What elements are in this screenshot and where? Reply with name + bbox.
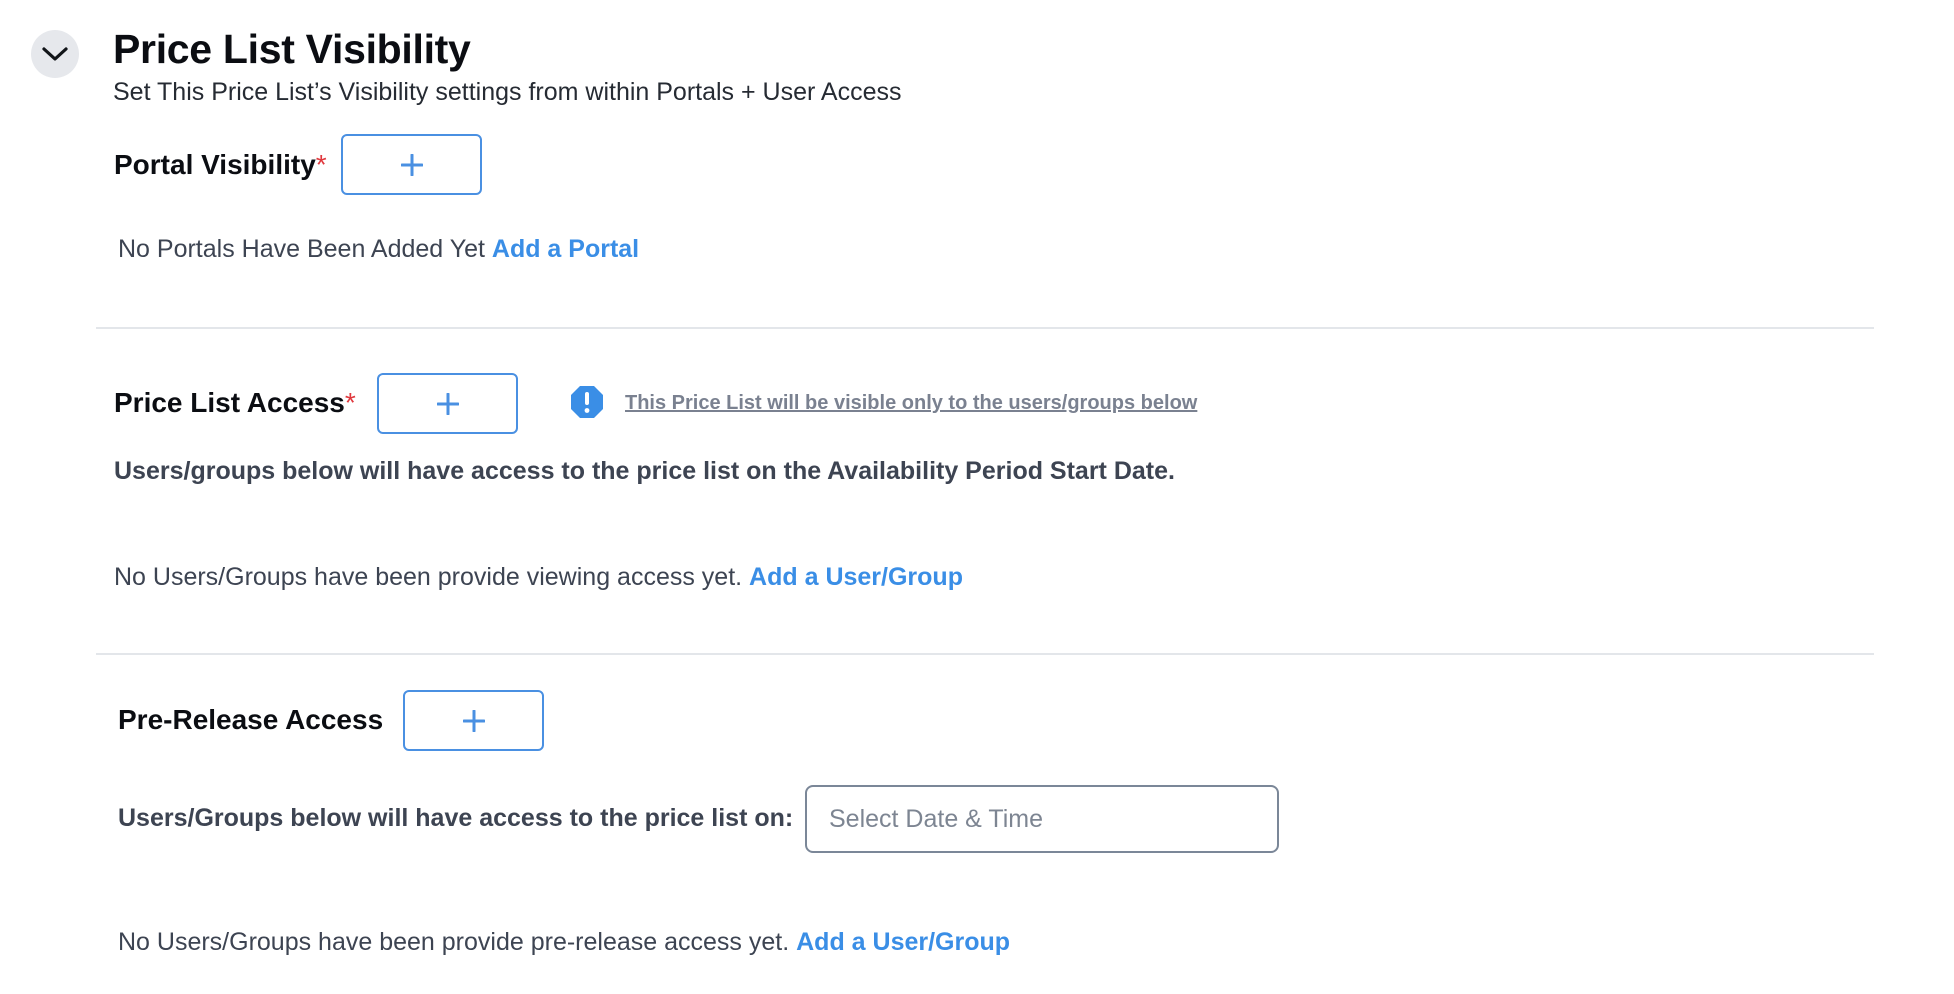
add-pre-release-user-group-link[interactable]: Add a User/Group (796, 928, 1010, 956)
pre-release-empty-text: No Users/Groups have been provide pre-re… (118, 928, 790, 956)
add-portal-button[interactable] (341, 134, 482, 195)
price-list-access-label: Price List Access* (114, 387, 356, 419)
price-list-access-empty-state: No Users/Groups have been provide viewin… (114, 563, 963, 592)
price-list-access-empty-text: No Users/Groups have been provide viewin… (114, 563, 743, 591)
pre-release-empty-state: No Users/Groups have been provide pre-re… (118, 928, 1010, 957)
section-title: Price List Visibility (113, 26, 471, 72)
required-marker: * (315, 149, 327, 180)
add-user-group-link[interactable]: Add a User/Group (749, 563, 963, 591)
required-marker: * (344, 387, 356, 418)
visibility-info-link[interactable]: This Price List will be visible only to … (625, 392, 1197, 415)
portal-empty-text: No Portals Have Been Added Yet (118, 235, 485, 263)
pre-release-date-label: Users/Groups below will have access to t… (118, 804, 794, 832)
plus-icon (462, 709, 485, 732)
plus-icon (436, 392, 459, 415)
pre-release-date-input[interactable] (805, 785, 1279, 853)
section-divider (96, 327, 1874, 329)
add-pre-release-access-button[interactable] (403, 690, 544, 751)
plus-icon (400, 153, 423, 176)
pre-release-access-label: Pre-Release Access (118, 704, 384, 735)
price-list-access-description: Users/groups below will have access to t… (114, 457, 1175, 485)
price-list-access-label-text: Price List Access (114, 387, 345, 418)
section-divider (96, 653, 1874, 655)
section-subtitle: Set This Price List’s Visibility setting… (113, 78, 902, 106)
portal-visibility-label-text: Portal Visibility (114, 149, 316, 180)
add-price-list-access-button[interactable] (377, 373, 518, 434)
add-portal-link[interactable]: Add a Portal (492, 235, 639, 263)
chevron-down-icon (42, 47, 68, 61)
portal-visibility-label: Portal Visibility* (114, 149, 327, 181)
collapse-section-button[interactable] (31, 30, 79, 78)
exclamation-octagon-icon (571, 386, 603, 418)
portal-empty-state: No Portals Have Been Added Yet Add a Por… (118, 235, 639, 264)
